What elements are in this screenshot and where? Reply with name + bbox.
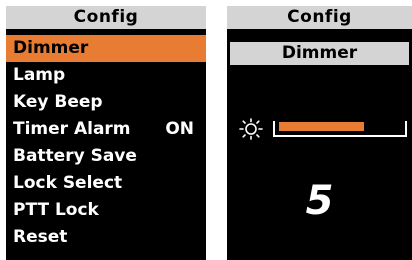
- menu-item-label: Lock Select: [13, 173, 123, 193]
- menu-item-reset[interactable]: Reset: [6, 224, 206, 251]
- menu-item-label: Dimmer: [13, 38, 89, 58]
- menu-item-dimmer[interactable]: Dimmer: [6, 35, 206, 62]
- menu-item-label: Key Beep: [13, 92, 103, 112]
- slider-track[interactable]: [273, 121, 407, 137]
- menu-item-label: Timer Alarm: [13, 119, 131, 139]
- menu-item-lamp[interactable]: Lamp: [6, 62, 206, 89]
- sun-icon: [239, 118, 263, 140]
- slider-fill: [279, 122, 364, 131]
- brightness-level: 5: [305, 178, 334, 224]
- dimmer-title-bar: Config: [227, 6, 412, 29]
- menu-item-label: PTT Lock: [13, 200, 99, 220]
- menu-item-ptt-lock[interactable]: PTT Lock: [6, 197, 206, 224]
- menu-item-label: Battery Save: [13, 146, 137, 166]
- brightness-slider[interactable]: [237, 117, 409, 145]
- menu-item-battery-save[interactable]: Battery Save: [6, 143, 206, 170]
- menu-item-value: ON: [165, 119, 194, 139]
- menu-item-key-beep[interactable]: Key Beep: [6, 89, 206, 116]
- dimmer-screen: Config Dimmer 5: [227, 6, 412, 260]
- menu-item-label: Reset: [13, 227, 68, 247]
- menu-item-timer-alarm[interactable]: Timer Alarm ON: [6, 116, 206, 143]
- menu-item-lock-select[interactable]: Lock Select: [6, 170, 206, 197]
- menu-item-label: Lamp: [13, 65, 66, 85]
- config-menu-screen: Config Dimmer Lamp Key Beep Timer Alarm …: [6, 6, 206, 260]
- menu-title-bar: Config: [6, 6, 206, 29]
- dimmer-subtitle: Dimmer: [230, 42, 409, 65]
- config-menu-list: Dimmer Lamp Key Beep Timer Alarm ON Batt…: [6, 35, 206, 251]
